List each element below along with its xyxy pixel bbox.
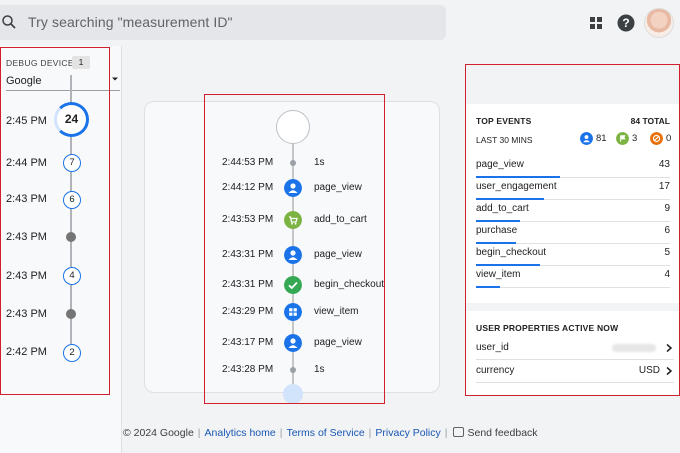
top-bar: Try searching "measurement ID" ? <box>0 0 680 46</box>
footer: © 2024 Google | Analytics home | Terms of Se… <box>123 427 538 439</box>
svg-text:?: ? <box>622 16 629 30</box>
avatar[interactable] <box>644 8 674 38</box>
chevron-down-icon <box>112 77 118 81</box>
help-icon[interactable]: ? <box>616 13 636 33</box>
feedback-icon <box>453 427 465 437</box>
footer-link-analytics-home[interactable]: Analytics home <box>205 427 276 439</box>
highlight-box-left <box>0 47 110 395</box>
search-placeholder[interactable]: Try searching "measurement ID" <box>28 14 233 30</box>
footer-link-terms[interactable]: Terms of Service <box>286 427 364 439</box>
highlight-box-middle <box>204 94 385 404</box>
send-feedback-link[interactable]: Send feedback <box>467 427 537 439</box>
search-bar[interactable]: Try searching "measurement ID" <box>0 5 446 40</box>
footer-copyright: © 2024 Google <box>123 427 194 439</box>
highlight-box-right <box>465 64 680 396</box>
search-icon <box>2 15 16 29</box>
footer-link-privacy[interactable]: Privacy Policy <box>375 427 440 439</box>
apps-grid-icon[interactable] <box>586 13 606 33</box>
